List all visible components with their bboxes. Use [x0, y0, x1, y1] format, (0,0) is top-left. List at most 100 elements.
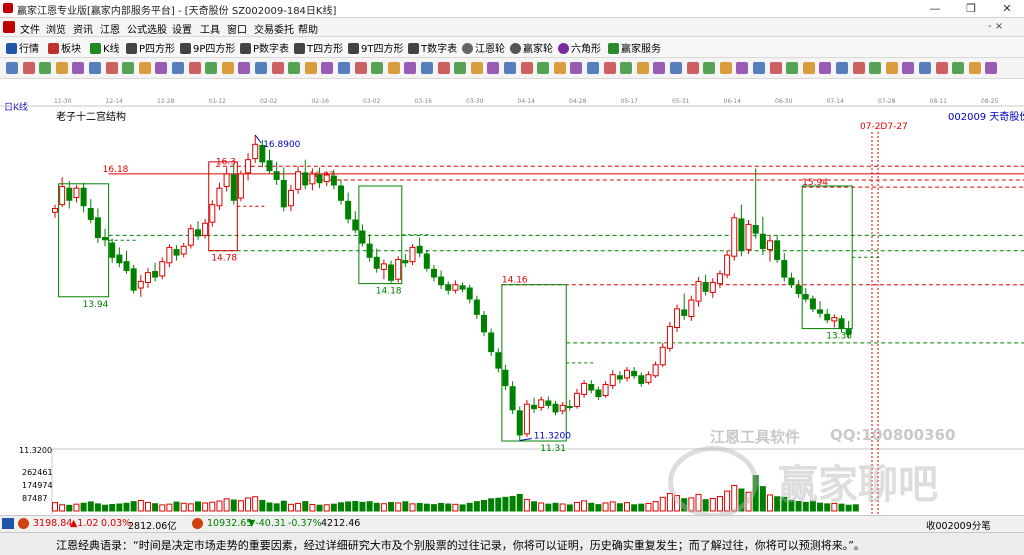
drawing-tool-icon[interactable] — [138, 62, 151, 74]
candle-body — [73, 187, 80, 199]
menu-settings[interactable]: 设置 — [172, 21, 192, 36]
menu-help[interactable]: 帮助 — [298, 21, 318, 36]
drawing-tool-icon[interactable] — [6, 62, 18, 74]
mdi-controls[interactable]: - × — [988, 21, 1003, 32]
drawing-tool-icon[interactable] — [686, 62, 699, 74]
minimize-button[interactable]: — — [924, 1, 946, 16]
toolbar-service-button[interactable]: 赢家服务 — [608, 40, 661, 55]
drawing-tool-icon[interactable] — [221, 62, 234, 74]
drawing-tool-icon[interactable] — [703, 62, 716, 74]
menu-formula[interactable]: 公式选股 — [127, 21, 167, 36]
drawing-tool-icon[interactable] — [603, 62, 616, 74]
restore-button[interactable]: ❐ — [960, 1, 982, 16]
toolbar-t-square-button[interactable]: T四方形 — [294, 40, 343, 55]
drawing-tool-icon[interactable] — [321, 62, 334, 74]
menu-tools[interactable]: 工具 — [200, 21, 220, 36]
toolbar-9t-square-button[interactable]: 9T四方形 — [348, 40, 403, 55]
drawing-tool-icon[interactable] — [985, 62, 998, 74]
drawing-tool-icon[interactable] — [72, 62, 85, 74]
drawing-tool-icon[interactable] — [288, 62, 301, 74]
drawing-tool-icon[interactable] — [836, 62, 848, 74]
drawing-tool-icon[interactable] — [885, 62, 898, 74]
drawing-tool-icon[interactable] — [155, 62, 168, 74]
drawing-tool-icon[interactable] — [636, 62, 649, 74]
drawing-tool-icon[interactable] — [421, 62, 433, 74]
drawing-tool-icon[interactable] — [487, 62, 500, 74]
menu-info[interactable]: 资讯 — [73, 21, 93, 36]
drawing-tool-icon[interactable] — [470, 62, 483, 74]
drawing-tool-icon[interactable] — [819, 62, 832, 74]
drawing-tool-icon[interactable] — [304, 62, 317, 74]
drawing-tool-icon[interactable] — [122, 62, 135, 74]
drawing-tool-icon[interactable] — [172, 62, 184, 74]
menu-window[interactable]: 窗口 — [227, 21, 247, 36]
drawing-tool-icon[interactable] — [89, 62, 101, 74]
toolbar-gann-wheel-button[interactable]: 江恩轮 — [462, 40, 505, 55]
status-right-text[interactable]: 收002009分笔 — [926, 518, 991, 532]
menu-browse[interactable]: 浏览 — [46, 21, 66, 36]
toolbar-kline-button[interactable]: K线 — [90, 40, 120, 55]
drawing-tool-icon[interactable] — [753, 62, 765, 74]
drawing-tool-icon[interactable] — [404, 62, 417, 74]
drawing-tool-icon[interactable] — [188, 62, 201, 74]
watermark-big: 赢家聊吧 — [778, 462, 938, 508]
drawing-tool-icon[interactable] — [852, 62, 865, 74]
toolbar-board-button[interactable]: 板块 — [48, 40, 81, 55]
toolbar-t-table-button[interactable]: T数字表 — [408, 40, 457, 55]
drawing-tool-icon[interactable] — [570, 62, 583, 74]
menu-gann[interactable]: 江恩 — [100, 21, 120, 36]
drawing-tool-icon[interactable] — [736, 62, 749, 74]
drawing-tool-icon[interactable] — [553, 62, 566, 74]
drawing-tool-icon[interactable] — [653, 62, 666, 74]
drawing-tool-icon[interactable] — [255, 62, 267, 74]
drawing-tool-icon[interactable] — [587, 62, 599, 74]
drawing-tool-icon[interactable] — [968, 62, 981, 74]
menu-file[interactable]: 文件 — [20, 21, 40, 36]
app-menu-icon[interactable] — [3, 21, 15, 33]
toolbar-quotes-button[interactable]: 行情 — [6, 40, 39, 55]
drawing-tool-icon[interactable] — [802, 62, 815, 74]
drawing-tool-icon[interactable] — [338, 62, 350, 74]
drawing-tool-icon[interactable] — [371, 62, 384, 74]
drawing-tool-icon[interactable] — [952, 62, 965, 74]
drawing-tool-icon[interactable] — [238, 62, 251, 74]
toolbar-hexagon-button[interactable]: 六角形 — [558, 40, 601, 55]
drawing-tool-icon[interactable] — [670, 62, 682, 74]
drawing-tool-icon[interactable] — [22, 62, 35, 74]
drawing-tool-icon[interactable] — [902, 62, 915, 74]
drawing-tool-icon[interactable] — [354, 62, 367, 74]
close-button[interactable]: ✕ — [996, 1, 1018, 16]
drawing-tool-icon[interactable] — [537, 62, 550, 74]
drawing-tool-icon[interactable] — [719, 62, 732, 74]
drawing-tool-icon[interactable] — [935, 62, 948, 74]
candle-body — [59, 186, 66, 206]
toolbar-p-square-button[interactable]: P四方形 — [126, 40, 175, 55]
candle-body — [80, 187, 87, 207]
drawing-tool-icon[interactable] — [205, 62, 218, 74]
drawing-tool-icon[interactable] — [919, 62, 931, 74]
candle-body — [473, 299, 480, 315]
drawing-tool-icon[interactable] — [437, 62, 450, 74]
drawing-tool-icon[interactable] — [55, 62, 68, 74]
candle-body — [180, 245, 187, 255]
drawing-tool-icon[interactable] — [454, 62, 467, 74]
toolbar-9p-square-button[interactable]: 9P四方形 — [180, 40, 235, 55]
drawing-tool-icon[interactable] — [520, 62, 533, 74]
toolbar-winner-wheel-button[interactable]: 赢家轮 — [510, 40, 553, 55]
drawing-tool-icon[interactable] — [504, 62, 516, 74]
drawing-tool-icon[interactable] — [620, 62, 633, 74]
drawing-tool-icon[interactable] — [786, 62, 799, 74]
status-grid-icon[interactable] — [2, 518, 14, 529]
sh-index-value: 3198.84 — [33, 518, 73, 529]
candle-body — [688, 299, 695, 318]
drawing-tool-icon[interactable] — [105, 62, 118, 74]
candle-body — [666, 325, 673, 349]
drawing-tool-icon[interactable] — [869, 62, 882, 74]
drawing-tool-icon[interactable] — [769, 62, 782, 74]
candle-body — [352, 219, 359, 231]
drawing-tool-icon[interactable] — [387, 62, 400, 74]
drawing-tool-icon[interactable] — [271, 62, 284, 74]
drawing-tool-icon[interactable] — [39, 62, 52, 74]
menu-trade[interactable]: 交易委托 — [254, 21, 294, 36]
toolbar-p-table-button[interactable]: P数字表 — [240, 40, 289, 55]
